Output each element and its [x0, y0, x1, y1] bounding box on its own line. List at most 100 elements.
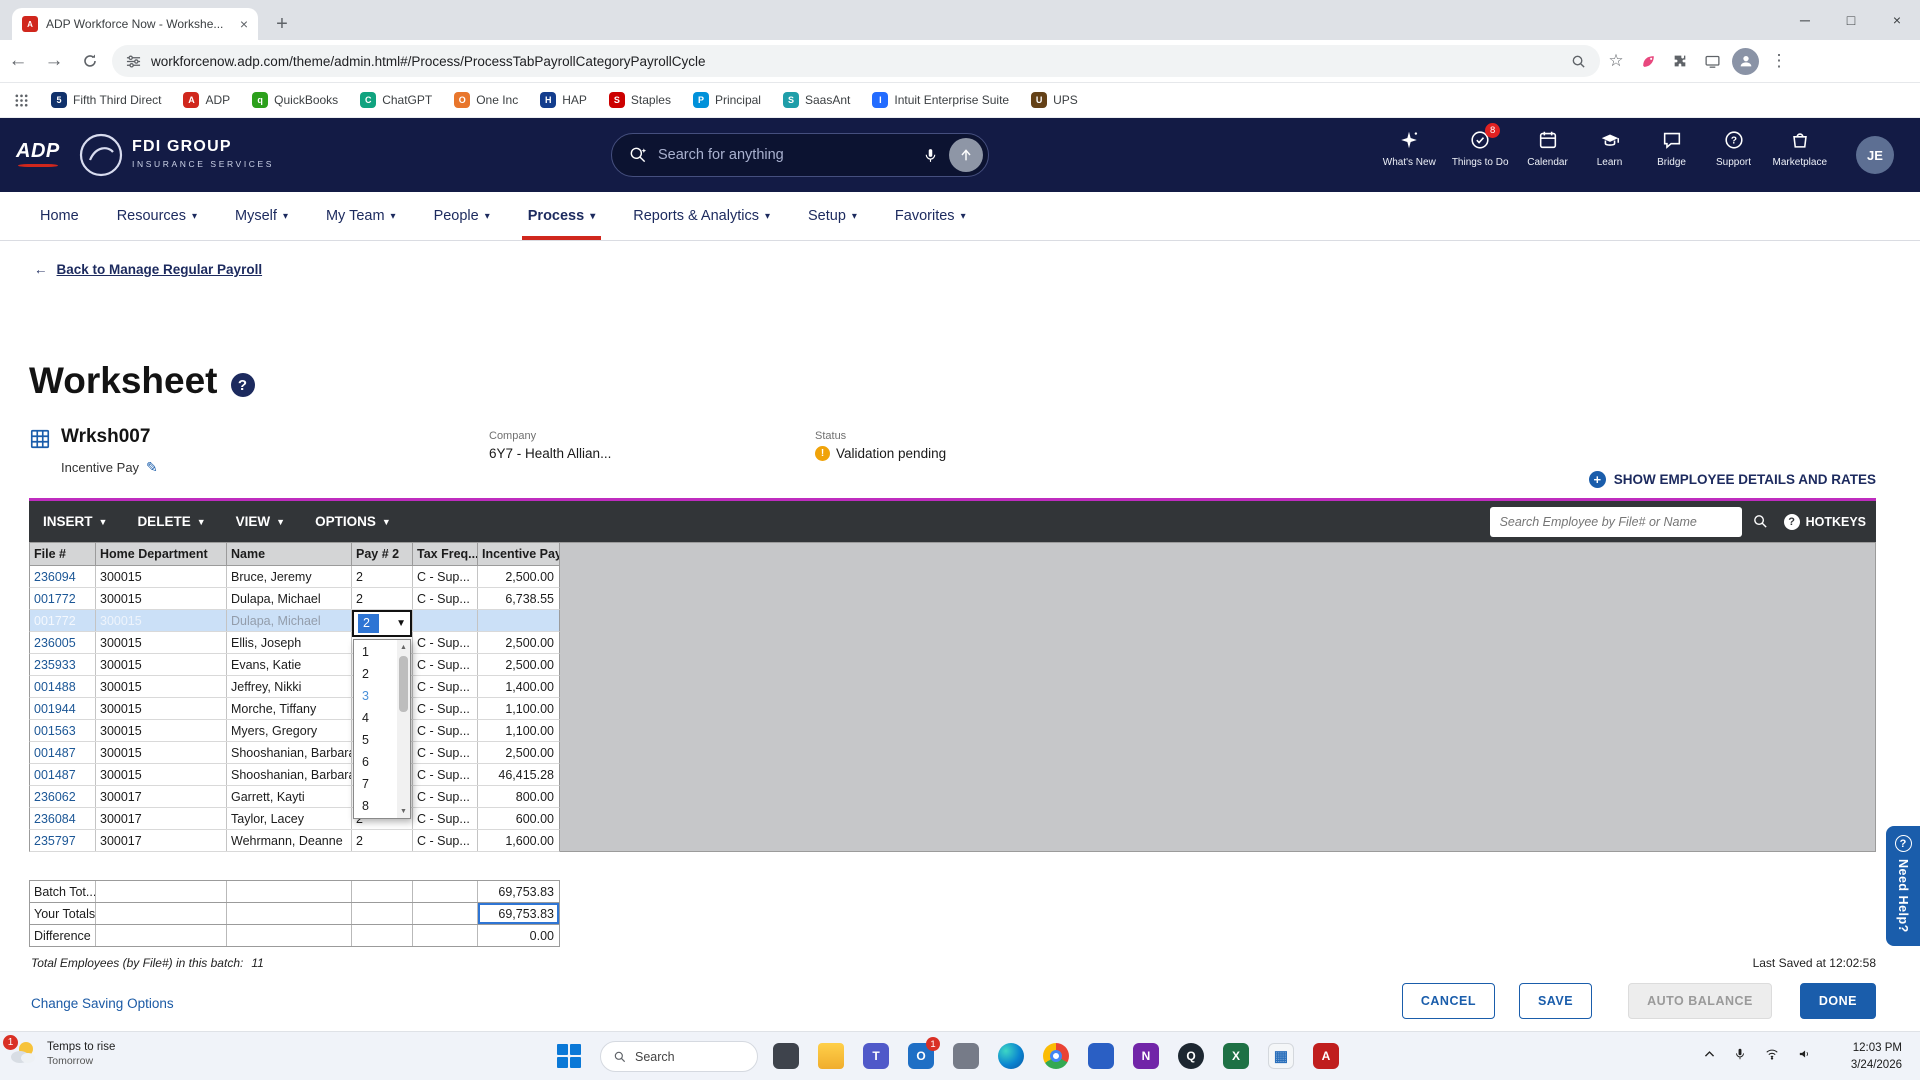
- file-number-link[interactable]: 001772: [30, 610, 96, 631]
- nav-item-setup[interactable]: Setup ▾: [808, 192, 857, 240]
- dropdown-option[interactable]: 8: [354, 795, 397, 817]
- file-number-link[interactable]: 001488: [30, 676, 96, 697]
- save-button[interactable]: SAVE: [1518, 983, 1593, 1019]
- options-menu-button[interactable]: OPTIONS ▼: [315, 514, 391, 529]
- dropdown-option[interactable]: 5: [354, 729, 397, 751]
- file-number-link[interactable]: 001487: [30, 742, 96, 763]
- calendar-button[interactable]: Calendar: [1520, 129, 1576, 168]
- taskbar-app-onenote[interactable]: N: [1132, 1039, 1160, 1073]
- taskbar-app-spreadsheet[interactable]: ▦: [1267, 1039, 1295, 1073]
- extension-icon-pink[interactable]: [1632, 45, 1664, 77]
- nav-item-reports-analytics[interactable]: Reports & Analytics ▾: [633, 192, 770, 240]
- file-number-link[interactable]: 236094: [30, 566, 96, 587]
- support-button[interactable]: ? Support: [1706, 129, 1762, 168]
- table-row[interactable]: 235797 300017 Wehrmann, Deanne 2 C - Sup... 1…: [29, 830, 560, 852]
- taskbar-app-app-black[interactable]: Q: [1177, 1039, 1205, 1073]
- cell-incentive-pay[interactable]: 800.00: [478, 786, 559, 807]
- cell-incentive-pay[interactable]: 1,400.00: [478, 676, 559, 697]
- table-row[interactable]: 001772 300015 Dulapa, Michael 2 C - Sup... 6,…: [29, 588, 560, 610]
- change-saving-options-link[interactable]: Change Saving Options: [31, 996, 174, 1011]
- taskbar-app-acrobat[interactable]: A: [1312, 1039, 1340, 1073]
- table-row[interactable]: 001944 300015 Morche, Tiffany C - Sup... 1,1…: [29, 698, 560, 720]
- weather-widget[interactable]: 1 Temps to rise Tomorrow: [3, 1035, 115, 1070]
- forward-icon[interactable]: →: [36, 43, 72, 79]
- dropdown-option[interactable]: 1: [354, 641, 397, 663]
- bookmark-item[interactable]: q QuickBooks: [252, 92, 338, 108]
- maximize-button[interactable]: □: [1828, 0, 1874, 40]
- apps-grid-icon[interactable]: [14, 93, 29, 108]
- cell-incentive-pay[interactable]: 1,600.00: [478, 830, 559, 851]
- cell-incentive-pay[interactable]: 1,100.00: [478, 698, 559, 719]
- nav-item-process[interactable]: Process ▾: [521, 192, 602, 240]
- global-search-bar[interactable]: Search for anything: [611, 133, 989, 177]
- insert-menu-button[interactable]: INSERT ▼: [43, 514, 107, 529]
- file-number-link[interactable]: 235797: [30, 830, 96, 851]
- start-button[interactable]: [557, 1044, 583, 1070]
- search-submit-button[interactable]: [949, 138, 983, 172]
- bookmark-item[interactable]: S SaasAnt: [782, 92, 850, 108]
- cell-pay-number[interactable]: 2: [352, 830, 413, 851]
- file-number-link[interactable]: 001772: [30, 588, 96, 609]
- nav-item-resources[interactable]: Resources ▾: [117, 192, 197, 240]
- table-row[interactable]: 001487 300015 Shooshanian, Barbara C - Sup.…: [29, 764, 560, 786]
- url-bar[interactable]: workforcenow.adp.com/theme/admin.html#/P…: [112, 45, 1600, 77]
- pay-number-select[interactable]: 2 ▼: [352, 610, 412, 637]
- file-number-link[interactable]: 236062: [30, 786, 96, 807]
- adp-logo[interactable]: ADP: [16, 140, 60, 167]
- show-employee-details-link[interactable]: + SHOW EMPLOYEE DETAILS AND RATES: [1588, 471, 1876, 488]
- employee-search-button[interactable]: [1742, 507, 1780, 537]
- table-row[interactable]: 235933 300015 Evans, Katie C - Sup... 2,500.…: [29, 654, 560, 676]
- browser-profile-avatar[interactable]: [1732, 47, 1759, 75]
- need-help-tab[interactable]: ? Need Help?: [1886, 826, 1920, 946]
- nav-item-favorites[interactable]: Favorites ▾: [895, 192, 966, 240]
- dropdown-option[interactable]: 7: [354, 773, 397, 795]
- dropdown-scrollbar[interactable]: ▲ ▼: [397, 640, 410, 818]
- bookmark-star-icon[interactable]: ☆: [1600, 45, 1632, 77]
- bookmark-item[interactable]: 5 Fifth Third Direct: [51, 92, 161, 108]
- table-row[interactable]: 001487 300015 Shooshanian, Barbara C - Sup.…: [29, 742, 560, 764]
- table-row[interactable]: 001563 300015 Myers, Gregory C - Sup... 1,10…: [29, 720, 560, 742]
- employee-search-input[interactable]: [1489, 506, 1742, 537]
- table-row[interactable]: 236084300017Taylor, Lacey2C - Sup...600.…: [29, 808, 560, 830]
- table-row[interactable]: 001772 300015 Dulapa, Michael: [29, 610, 560, 632]
- back-to-payroll-link[interactable]: ← Back to Manage Regular Payroll: [34, 262, 262, 277]
- cell-incentive-pay[interactable]: 6,738.55: [478, 588, 559, 609]
- taskbar-app-excel[interactable]: X: [1222, 1039, 1250, 1073]
- cell-pay-number[interactable]: 2: [352, 566, 413, 587]
- user-avatar[interactable]: JE: [1856, 136, 1894, 174]
- hotkeys-button[interactable]: ? HOTKEYS: [1783, 513, 1866, 530]
- scroll-up-icon[interactable]: ▲: [397, 640, 410, 654]
- nav-item-home[interactable]: Home: [40, 192, 79, 240]
- dropdown-option[interactable]: 2: [354, 663, 397, 685]
- nav-item-people[interactable]: People ▾: [434, 192, 490, 240]
- close-button[interactable]: ×: [1874, 0, 1920, 40]
- minimize-button[interactable]: ─: [1782, 0, 1828, 40]
- bridge-button[interactable]: Bridge: [1644, 129, 1700, 168]
- taskbar-app-chrome[interactable]: [1042, 1039, 1070, 1073]
- taskbar-app-app-blue[interactable]: [1087, 1039, 1115, 1073]
- bookmark-item[interactable]: C ChatGPT: [360, 92, 432, 108]
- cell-incentive-pay[interactable]: 2,500.00: [478, 654, 559, 675]
- file-number-link[interactable]: 236005: [30, 632, 96, 653]
- tray-mic-icon[interactable]: [1733, 1047, 1747, 1061]
- cell-incentive-pay[interactable]: 46,415.28: [478, 764, 559, 785]
- help-icon[interactable]: ?: [230, 373, 255, 397]
- taskbar-app-app-gray[interactable]: [952, 1039, 980, 1073]
- cell-incentive-pay[interactable]: 1,100.00: [478, 720, 559, 741]
- dropdown-option[interactable]: 4: [354, 707, 397, 729]
- volume-icon[interactable]: [1797, 1047, 1812, 1061]
- delete-menu-button[interactable]: DELETE ▼: [137, 514, 205, 529]
- refresh-icon[interactable]: [72, 43, 108, 79]
- marketplace-button[interactable]: Marketplace: [1768, 129, 1832, 168]
- bookmark-item[interactable]: U UPS: [1031, 92, 1078, 108]
- table-row[interactable]: 236062 300017 Garrett, Kayti C - Sup... 800.…: [29, 786, 560, 808]
- cell-pay-number[interactable]: 2: [352, 588, 413, 609]
- file-number-link[interactable]: 235933: [30, 654, 96, 675]
- scroll-down-icon[interactable]: ▼: [397, 804, 410, 818]
- mic-icon[interactable]: [922, 147, 939, 164]
- learn-button[interactable]: Learn: [1582, 129, 1638, 168]
- things-to-do-button[interactable]: 8 Things to Do: [1447, 123, 1514, 168]
- scrollbar-thumb[interactable]: [399, 656, 408, 712]
- view-menu-button[interactable]: VIEW ▼: [236, 514, 285, 529]
- browser-tab[interactable]: A ADP Workforce Now - Workshe... ×: [12, 8, 258, 40]
